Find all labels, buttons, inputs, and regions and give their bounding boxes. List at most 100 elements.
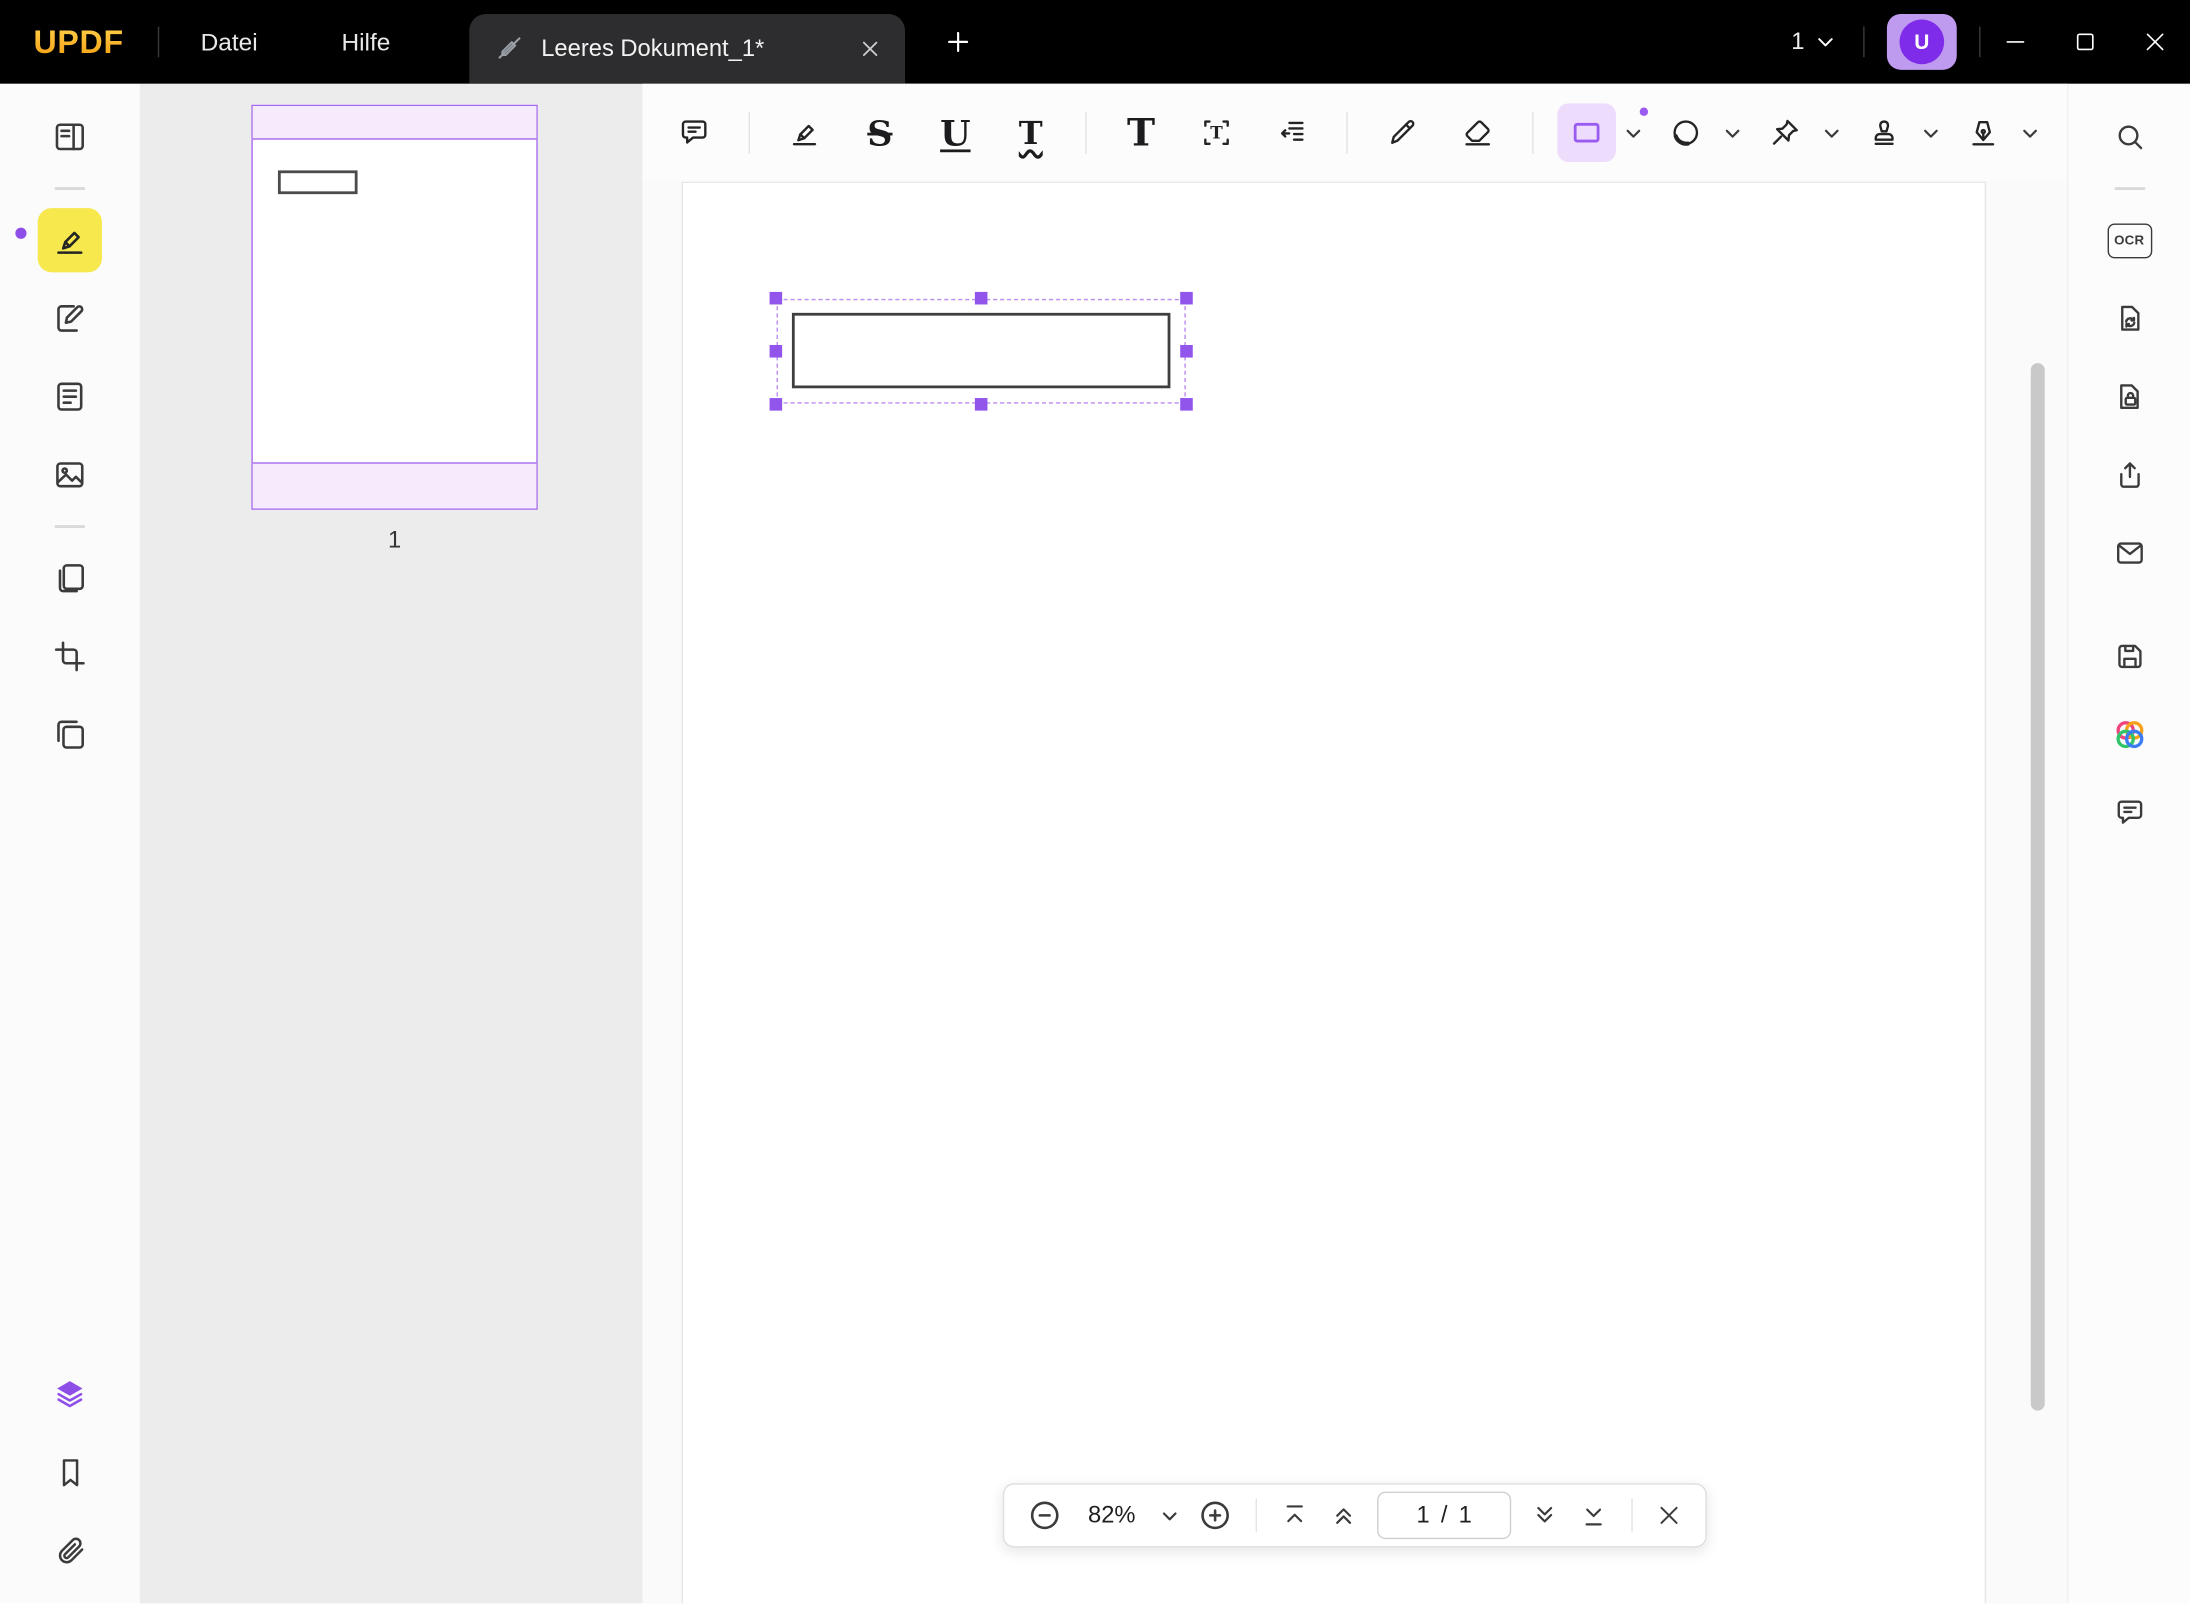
annotation-selection[interactable] (769, 291, 1193, 411)
bookmark-icon (62, 1458, 78, 1486)
document-canvas: 82% 1 / 1 (642, 181, 2068, 1604)
pin-tool-button[interactable] (1756, 103, 1815, 162)
titlebar: UPDF Datei Hilfe Leeres Dokument_1* 1 U (0, 0, 2190, 84)
save-button[interactable] (2097, 624, 2161, 688)
highlight-tool-button[interactable] (775, 103, 834, 162)
sidebar-item-bookmarks[interactable] (38, 1440, 102, 1504)
document-lines-icon (57, 382, 83, 411)
resize-handle-ne[interactable] (1180, 291, 1193, 305)
zoom-in-icon (1201, 1501, 1229, 1530)
tab-count-value: 1 (1791, 27, 1805, 55)
resize-handle-e[interactable] (1180, 344, 1193, 358)
toolbar-divider (748, 111, 751, 154)
zoom-dropdown-icon[interactable] (1161, 1508, 1179, 1523)
resize-handle-n[interactable] (974, 291, 988, 305)
chevron-down-icon[interactable] (1922, 125, 1940, 140)
tab-count-dropdown[interactable]: 1 (1763, 28, 1863, 56)
menu-hilfe[interactable]: Hilfe (300, 27, 433, 56)
rectangle-annotation[interactable] (791, 312, 1171, 389)
sidebar-item-reader-view[interactable] (38, 105, 102, 169)
chevron-down-icon[interactable] (1823, 125, 1841, 140)
go-to-top-icon (1286, 1505, 1303, 1523)
convert-document-icon (2120, 305, 2139, 331)
zoom-in-button[interactable] (1197, 1497, 1233, 1533)
zoom-out-button[interactable] (1027, 1497, 1063, 1533)
protect-document-button[interactable] (2097, 365, 2161, 429)
sidebar-item-organize-pages[interactable] (38, 546, 102, 610)
sidebar-item-edit-text[interactable] (38, 286, 102, 350)
search-button[interactable] (2097, 105, 2161, 169)
close-zoombar-button[interactable] (1655, 1501, 1683, 1529)
feedback-button[interactable] (2097, 781, 2161, 845)
page-number-box[interactable]: 1 / 1 (1377, 1491, 1512, 1540)
save-icon (2117, 644, 2141, 669)
ai-assistant-button[interactable] (2097, 703, 2161, 767)
underline-tool-button[interactable]: U (926, 103, 985, 162)
stamp-icon (1874, 120, 1894, 146)
text-tool-button[interactable]: T (1112, 103, 1171, 162)
mail-icon (2116, 542, 2143, 564)
fountain-pen-icon (1972, 121, 1995, 146)
sidebar-item-attachments[interactable] (38, 1518, 102, 1582)
sidebar-item-edit-image[interactable] (38, 443, 102, 507)
sidebar-item-annotate[interactable] (37, 208, 102, 273)
document-tab[interactable]: Leeres Dokument_1* (468, 13, 905, 84)
signature-tool-button[interactable] (1954, 103, 2013, 162)
maximize-button[interactable] (2050, 0, 2120, 84)
ellipse-tool-group (1656, 103, 1741, 162)
sidebar-divider (2113, 187, 2145, 190)
share-button[interactable] (2097, 443, 2161, 507)
thumbnail-panel: 1 (139, 83, 643, 1604)
ocr-button[interactable]: OCR (2097, 208, 2161, 272)
strikethrough-tool-button[interactable]: S (851, 103, 910, 162)
active-panel-indicator (15, 227, 27, 239)
chevron-down-icon[interactable] (2021, 125, 2039, 140)
callout-icon (1280, 121, 1304, 141)
email-button[interactable] (2097, 521, 2161, 585)
annotation-toolbar: S U T T T (642, 83, 2068, 182)
squiggly-tool-button[interactable]: T (1001, 103, 1060, 162)
ellipse-tool-button[interactable] (1656, 103, 1715, 162)
new-badge-dot (1639, 107, 1649, 116)
underline-icon: U (940, 112, 971, 153)
new-tab-button[interactable] (932, 17, 982, 67)
sidebar-item-layers[interactable] (38, 1362, 102, 1426)
pencil-tool-button[interactable] (1373, 103, 1432, 162)
resize-handle-nw[interactable] (769, 291, 783, 305)
close-icon (1660, 1506, 1678, 1524)
resize-handle-se[interactable] (1180, 398, 1193, 411)
page-thumbnail[interactable] (251, 104, 538, 510)
strikethrough-icon: S (867, 112, 893, 153)
vertical-scrollbar[interactable] (2030, 363, 2045, 1411)
sidebar-item-batch-process[interactable] (38, 703, 102, 767)
convert-button[interactable] (2097, 286, 2161, 350)
account-button[interactable]: U (1886, 13, 1957, 70)
resize-handle-sw[interactable] (769, 398, 783, 411)
previous-page-button[interactable] (1328, 1500, 1359, 1531)
sidebar-item-page-text[interactable] (38, 365, 102, 429)
edit-text-icon (57, 305, 84, 332)
last-page-button[interactable] (1578, 1500, 1609, 1531)
tab-close-icon[interactable] (857, 36, 882, 61)
note-tool-button[interactable] (665, 103, 724, 162)
rectangle-tool-button[interactable] (1557, 103, 1616, 163)
textbox-tool-button[interactable]: T (1187, 103, 1246, 162)
menu-datei[interactable]: Datei (159, 27, 300, 56)
chevron-down-icon[interactable] (1724, 125, 1742, 140)
squiggly-underline-icon: T (1018, 113, 1043, 152)
first-page-button[interactable] (1279, 1500, 1310, 1531)
pdf-page[interactable] (681, 181, 1987, 1604)
sidebar-item-crop[interactable] (38, 624, 102, 688)
next-page-button[interactable] (1529, 1500, 1560, 1531)
stamp-tool-button[interactable] (1855, 103, 1914, 162)
resize-handle-s[interactable] (974, 398, 988, 411)
text-icon: T (1127, 111, 1156, 155)
callout-tool-button[interactable] (1263, 103, 1322, 162)
highlighter-icon (57, 231, 83, 254)
close-window-button[interactable] (2120, 0, 2190, 84)
chevron-down-icon[interactable] (1624, 125, 1642, 140)
thumbnail-page (253, 140, 537, 463)
minimize-button[interactable] (1980, 0, 2050, 84)
eraser-tool-button[interactable] (1448, 103, 1507, 162)
resize-handle-w[interactable] (769, 344, 783, 358)
